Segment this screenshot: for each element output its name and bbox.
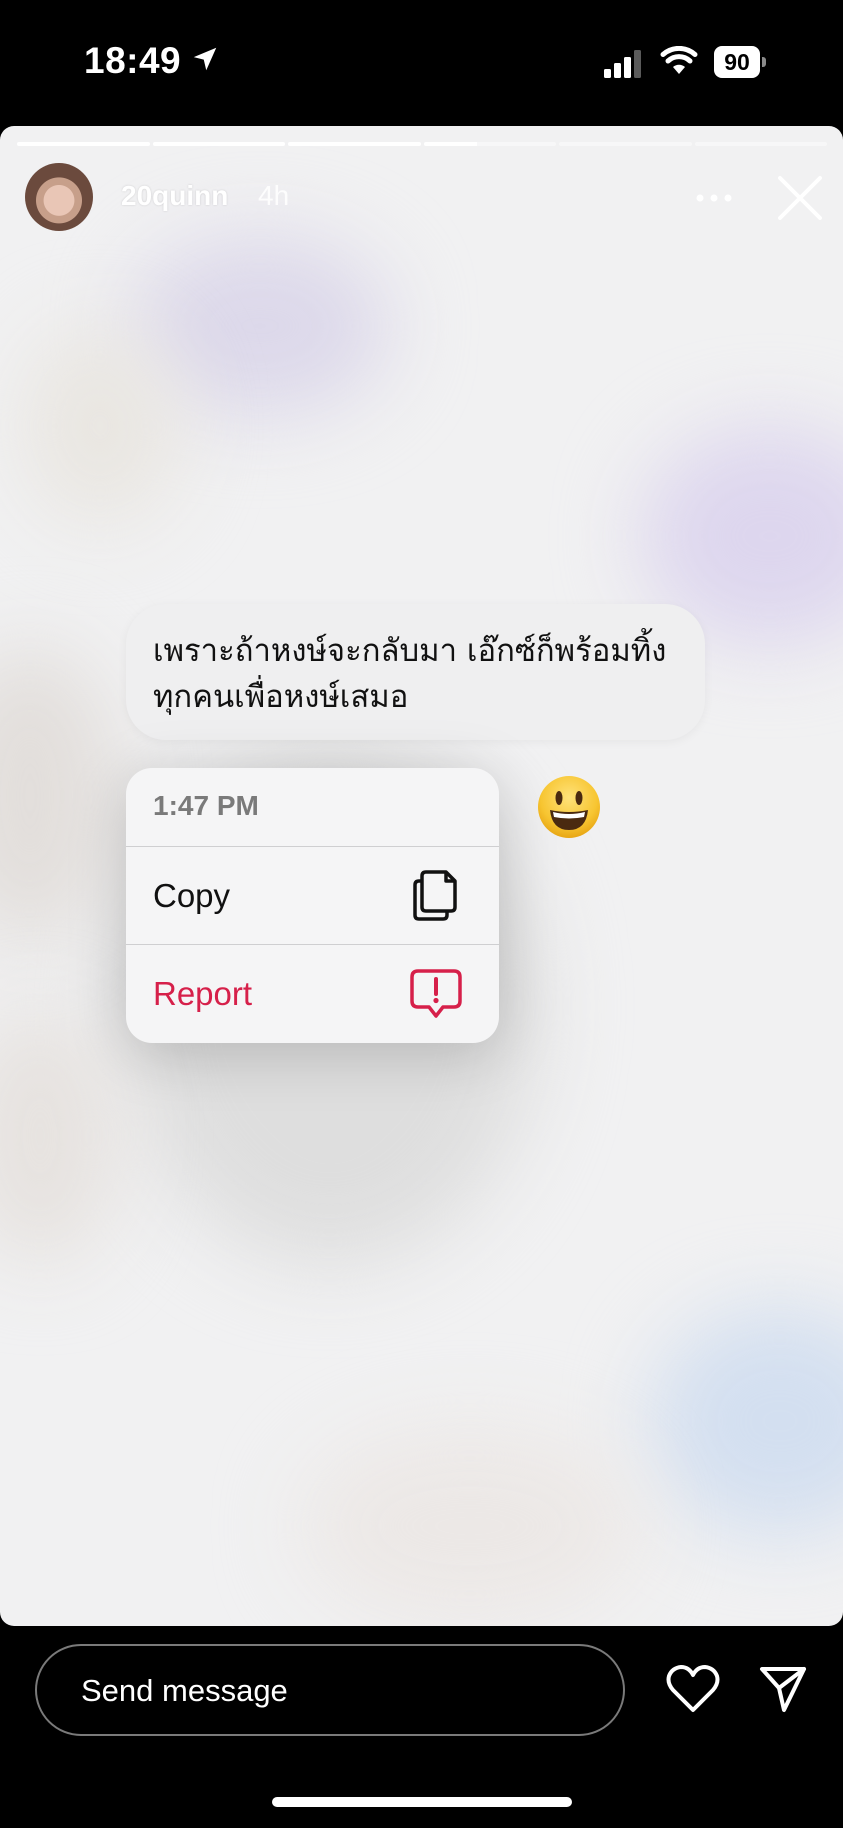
status-time: 18:49 <box>84 40 182 81</box>
report-label: Report <box>153 975 253 1012</box>
copy-icon <box>413 870 457 921</box>
close-icon[interactable] <box>776 174 824 222</box>
progress-fill <box>152 142 285 146</box>
report-icon <box>410 969 462 1018</box>
smiling-face-emoji[interactable] <box>536 774 602 840</box>
status-bar: 18:49 90 <box>0 0 843 126</box>
background-blur <box>0 1006 120 1266</box>
progress-segment <box>152 142 285 146</box>
background-blur <box>650 1306 843 1536</box>
battery-level: 90 <box>714 46 760 78</box>
message-timestamp: 1:47 PM <box>153 790 259 821</box>
background-blur <box>0 646 120 946</box>
send-message-placeholder: Send message <box>81 1673 288 1708</box>
copy-label: Copy <box>153 877 231 914</box>
battery-icon: 90 <box>714 46 766 78</box>
background-blur <box>300 1426 640 1626</box>
story-viewer[interactable]: 20quinn 4h เพราะถ้าหงษ์จะกลับมา เอ๊กซ์ก็… <box>0 126 843 1626</box>
progress-segment <box>288 142 421 146</box>
progress-fill <box>288 142 421 146</box>
battery-tip <box>762 57 766 67</box>
send-message-input[interactable]: Send message <box>35 1644 625 1736</box>
story-username[interactable]: 20quinn <box>121 180 228 212</box>
more-options-icon[interactable] <box>694 192 734 204</box>
message-bubble[interactable]: เพราะถ้าหงษ์จะกลับมา เอ๊กซ์ก็พร้อมทิ้งทุ… <box>126 604 705 740</box>
send-icon[interactable] <box>758 1664 808 1714</box>
avatar[interactable] <box>25 163 93 231</box>
copy-menu-item[interactable]: Copy <box>126 847 499 944</box>
location-arrow-icon <box>193 47 217 71</box>
progress-fill <box>17 142 150 146</box>
progress-segment <box>17 142 150 146</box>
background-blur <box>20 326 180 526</box>
message-text: เพราะถ้าหงษ์จะกลับมา เอ๊กซ์ก็พร้อมทิ้งทุ… <box>153 633 667 715</box>
progress-segment <box>423 142 556 146</box>
report-menu-item[interactable]: Report <box>126 945 499 1043</box>
story-progress-bar <box>17 142 827 146</box>
heart-icon[interactable] <box>666 1664 720 1714</box>
home-indicator <box>272 1797 572 1807</box>
progress-fill <box>423 142 477 146</box>
wifi-icon <box>660 46 698 74</box>
progress-segment <box>694 142 827 146</box>
story-age: 4h <box>258 180 290 211</box>
progress-segment <box>559 142 692 146</box>
context-menu: 1:47 PM Copy Report <box>126 768 499 1043</box>
cellular-signal-icon <box>604 50 641 78</box>
